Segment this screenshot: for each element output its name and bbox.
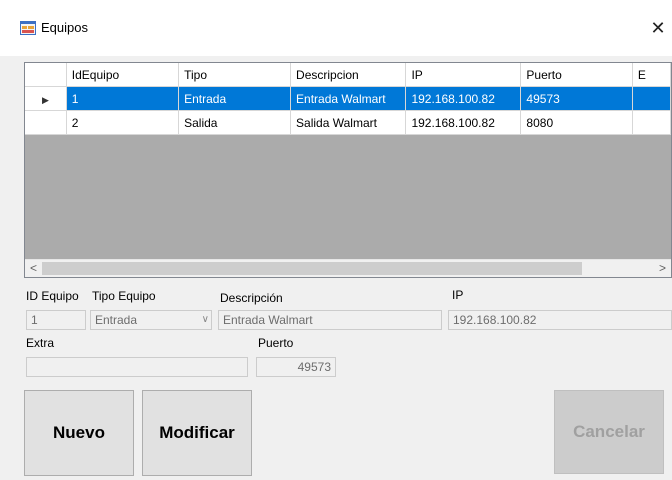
tipo-equipo-value: Entrada bbox=[95, 313, 138, 327]
equipos-data-grid[interactable]: IdEquipo Tipo Descripcion IP Puerto E ▶ … bbox=[24, 62, 672, 278]
column-header-extra[interactable]: E bbox=[632, 63, 671, 87]
cell-extra[interactable] bbox=[632, 86, 671, 111]
column-header-ip[interactable]: IP bbox=[405, 63, 522, 87]
nuevo-button[interactable]: Nuevo bbox=[24, 390, 134, 476]
cancelar-button-label: Cancelar bbox=[573, 422, 645, 441]
cell-puerto[interactable]: 8080 bbox=[520, 110, 633, 135]
column-header-idequipo[interactable]: IdEquipo bbox=[66, 63, 180, 87]
puerto-label: Puerto bbox=[258, 336, 294, 350]
corner-header[interactable] bbox=[25, 63, 67, 87]
modificar-button[interactable]: Modificar bbox=[142, 390, 252, 476]
cell-ip[interactable]: 192.168.100.82 bbox=[405, 86, 522, 111]
cell-extra[interactable] bbox=[632, 110, 671, 135]
id-equipo-field[interactable]: 1 bbox=[26, 310, 86, 330]
cell-ip[interactable]: 192.168.100.82 bbox=[405, 110, 522, 135]
table-row[interactable]: 2 Salida Salida Walmart 192.168.100.82 8… bbox=[25, 110, 671, 135]
row-header[interactable] bbox=[25, 110, 67, 135]
extra-field[interactable] bbox=[26, 357, 248, 377]
close-button[interactable]: ✕ bbox=[644, 14, 672, 42]
row-header[interactable]: ▶ bbox=[25, 86, 67, 111]
scrollbar-thumb[interactable] bbox=[42, 262, 582, 275]
tipo-equipo-label: Tipo Equipo bbox=[92, 289, 156, 303]
cell-puerto[interactable]: 49573 bbox=[520, 86, 633, 111]
horizontal-scrollbar[interactable]: < > bbox=[25, 259, 671, 277]
cell-idequipo[interactable]: 2 bbox=[66, 110, 180, 135]
descripcion-field[interactable]: Entrada Walmart bbox=[218, 310, 442, 330]
ip-field[interactable]: 192.168.100.82 bbox=[448, 310, 672, 330]
app-form-icon bbox=[20, 21, 36, 35]
equipos-window: Equipos ✕ IdEquipo Tipo Descripcion IP P… bbox=[0, 0, 672, 480]
cell-tipo[interactable]: Salida bbox=[178, 110, 292, 135]
scroll-right-icon[interactable]: > bbox=[654, 260, 671, 277]
cell-descripcion[interactable]: Entrada Walmart bbox=[290, 86, 407, 111]
modificar-button-label: Modificar bbox=[159, 423, 235, 442]
ip-label: IP bbox=[452, 288, 464, 302]
cell-descripcion[interactable]: Salida Walmart bbox=[290, 110, 407, 135]
chevron-down-icon: ∨ bbox=[201, 314, 209, 325]
descripcion-label: Descripción bbox=[220, 291, 283, 305]
close-icon: ✕ bbox=[650, 18, 666, 38]
nuevo-button-label: Nuevo bbox=[53, 423, 105, 442]
table-row[interactable]: ▶ 1 Entrada Entrada Walmart 192.168.100.… bbox=[25, 86, 671, 111]
title-bar: Equipos ✕ bbox=[0, 0, 672, 56]
extra-label: Extra bbox=[26, 336, 55, 350]
window-title: Equipos bbox=[41, 20, 88, 35]
cell-tipo[interactable]: Entrada bbox=[178, 86, 292, 111]
column-header-puerto[interactable]: Puerto bbox=[520, 63, 633, 87]
id-equipo-label: ID Equipo bbox=[26, 289, 79, 303]
cancelar-button[interactable]: Cancelar bbox=[554, 390, 664, 474]
column-header-descripcion[interactable]: Descripcion bbox=[290, 63, 407, 87]
header-row: IdEquipo Tipo Descripcion IP Puerto E bbox=[25, 63, 671, 87]
scroll-left-icon[interactable]: < bbox=[25, 260, 42, 277]
tipo-equipo-select[interactable]: Entrada ∨ bbox=[90, 310, 212, 330]
column-header-tipo[interactable]: Tipo bbox=[178, 63, 292, 87]
puerto-field[interactable]: 49573 bbox=[256, 357, 336, 377]
cell-idequipo[interactable]: 1 bbox=[66, 86, 180, 111]
current-row-indicator-icon: ▶ bbox=[41, 94, 49, 105]
